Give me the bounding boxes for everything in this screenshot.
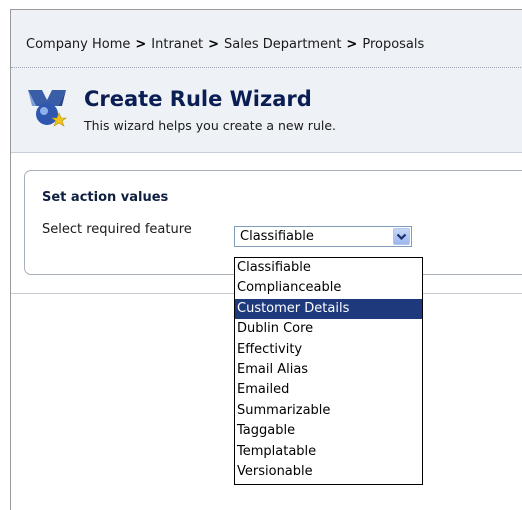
feature-select-value: Classifiable [240, 229, 314, 244]
dropdown-option-versionable[interactable]: Versionable [235, 462, 422, 482]
dropdown-option-customer-details[interactable]: Customer Details [235, 298, 422, 320]
dropdown-button[interactable] [393, 228, 410, 245]
dropdown-option-taggable[interactable]: Taggable [235, 421, 422, 441]
wizard-icon [28, 90, 67, 127]
breadcrumb-item-proposals[interactable]: Proposals [362, 37, 424, 52]
breadcrumb: Company Home > Intranet > Sales Department > P… [11, 10, 522, 68]
breadcrumb-separator: > [208, 37, 220, 52]
breadcrumb-separator: > [346, 37, 358, 52]
dropdown-option-effectivity[interactable]: Effectivity [235, 340, 422, 360]
dropdown-option-classifiable[interactable]: Classifiable [235, 258, 422, 278]
page-subtitle: This wizard helps you create a new rule. [84, 118, 337, 133]
breadcrumb-separator: > [135, 37, 147, 52]
wizard-header: Create Rule Wizard This wizard helps you… [11, 68, 522, 153]
feature-select-label: Select required feature [42, 222, 192, 237]
breadcrumb-item-sales-department[interactable]: Sales Department [224, 37, 341, 52]
section-title: Set action values [42, 190, 169, 205]
page-title: Create Rule Wizard [84, 87, 312, 111]
feature-dropdown-list: Classifiable Complianceable Customer Det… [234, 257, 423, 485]
dropdown-option-dublin-core[interactable]: Dublin Core [235, 319, 422, 339]
dropdown-option-templatable[interactable]: Templatable [235, 442, 422, 462]
breadcrumb-item-intranet[interactable]: Intranet [151, 37, 203, 52]
breadcrumb-item-company-home[interactable]: Company Home [26, 37, 130, 52]
chevron-down-icon [396, 233, 407, 241]
feature-select[interactable]: Classifiable [234, 226, 412, 247]
dropdown-option-complianceable[interactable]: Complianceable [235, 278, 422, 298]
dropdown-option-email-alias[interactable]: Email Alias [235, 360, 422, 380]
dropdown-option-summarizable[interactable]: Summarizable [235, 401, 422, 421]
dropdown-option-emailed[interactable]: Emailed [235, 380, 422, 400]
